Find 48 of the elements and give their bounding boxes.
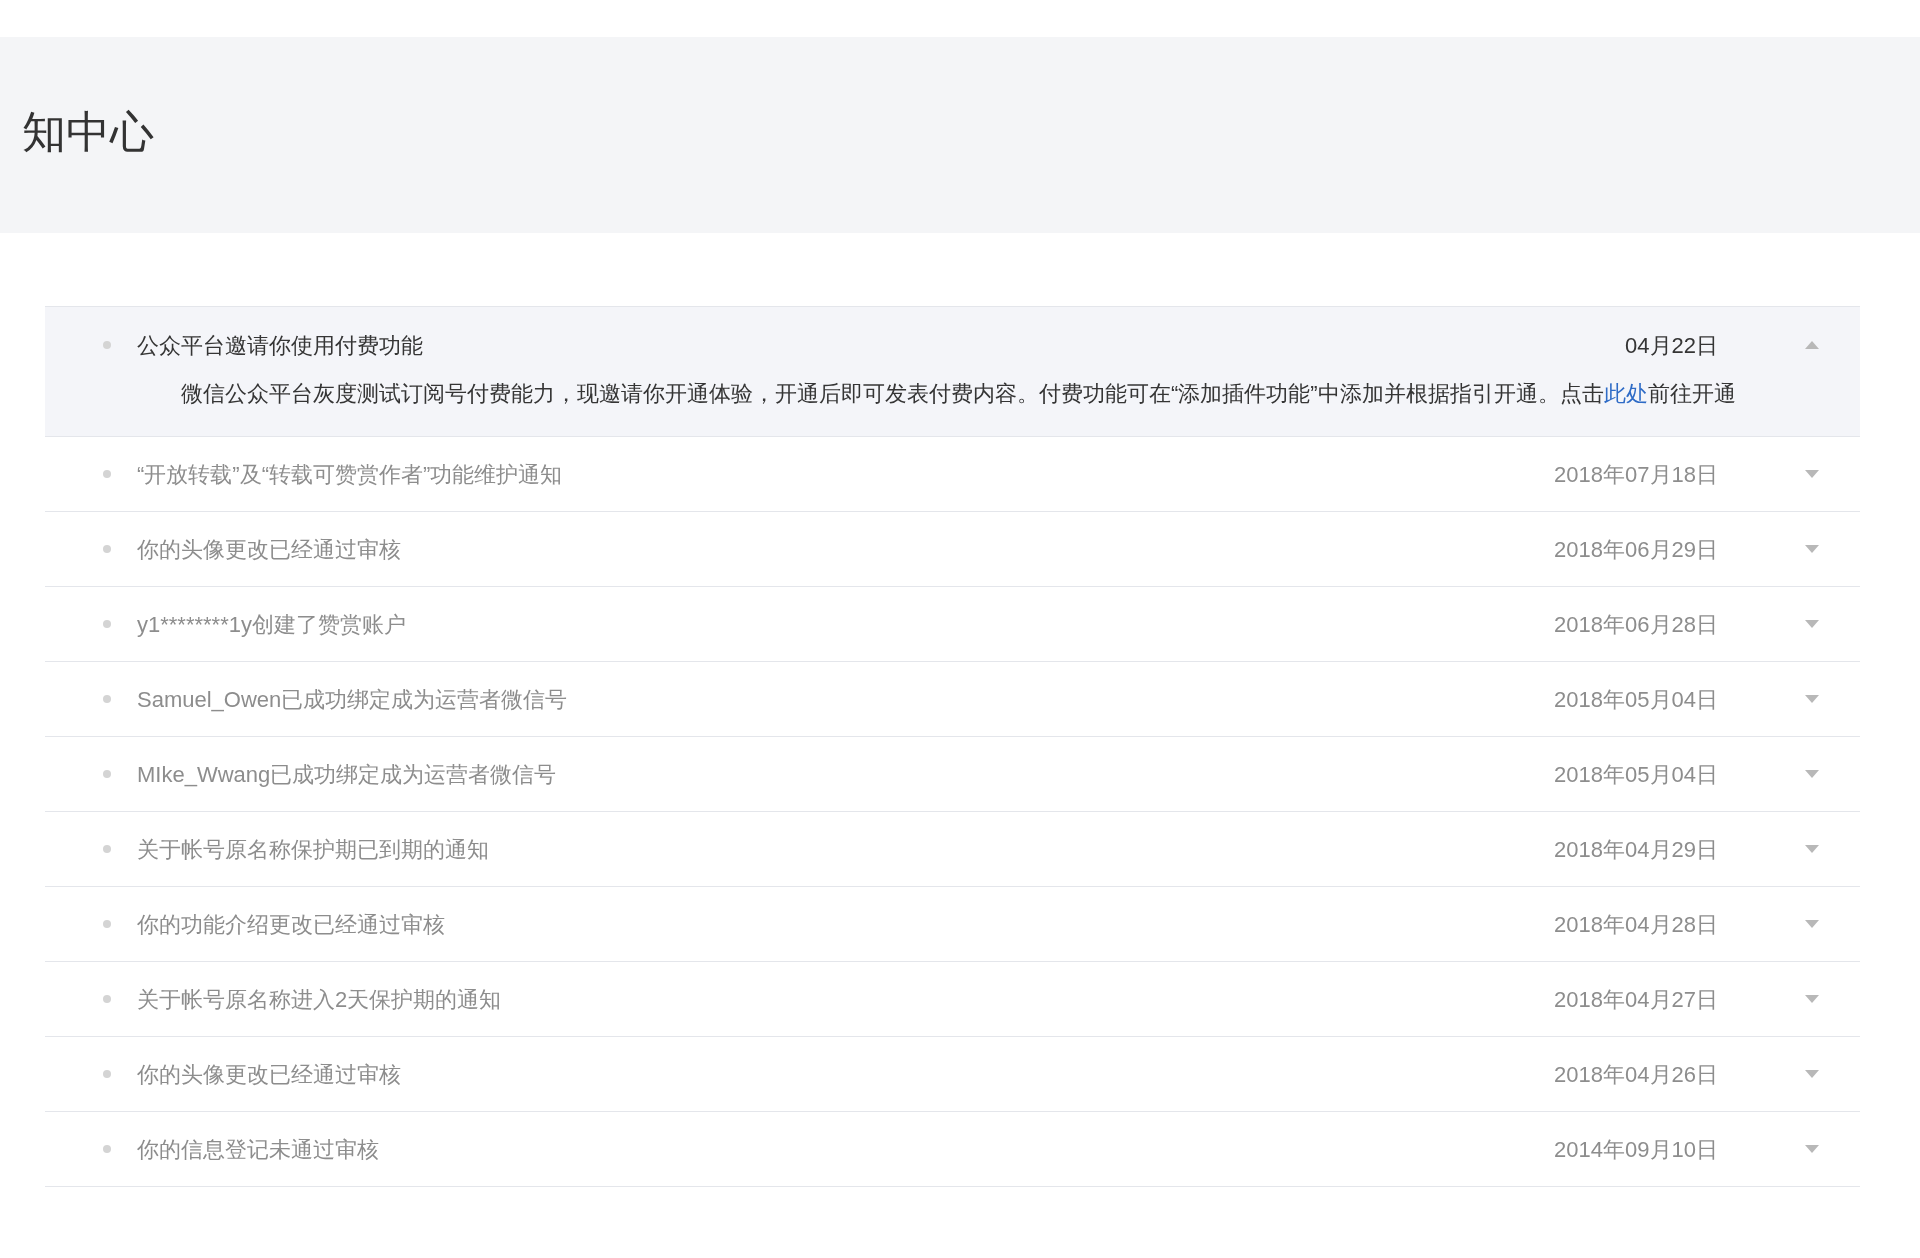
notification-title: 关于帐号原名称保护期已到期的通知 [137,835,489,864]
expand-caret-icon[interactable] [1805,620,1819,628]
notification-date: 2018年04月29日 [1554,835,1718,864]
notification-date: 2018年04月28日 [1554,910,1718,939]
notification-title: y1********1y创建了赞赏账户 [137,610,406,639]
bullet-icon [103,845,111,853]
bullet-icon [103,770,111,778]
notification-date: 2018年06月29日 [1554,535,1718,564]
expand-caret-icon[interactable] [1805,995,1819,1003]
notification-title: 关于帐号原名称进入2天保护期的通知 [137,985,502,1014]
notification-title: 你的头像更改已经通过审核 [137,535,401,564]
notification-row[interactable]: 公众平台邀请你使用付费功能 04月22日 微信公众平台灰度测试订阅号付费能力，现邀请你开通体验，开通后即可发表付费内容。付费功能可在“添加插件功能”中添加并根据指引开通。点击此处前往开通 [45,307,1860,437]
expand-caret-icon[interactable] [1805,695,1819,703]
notification-body: 微信公众平台灰度测试订阅号付费能力，现邀请你开通体验，开通后即可发表付费内容。付费功能可在“添加插件功能”中添加并根据指引开通。点击此处前往开通 [181,380,1737,408]
notification-title: “开放转载”及“转载可赞赏作者”功能维护通知 [137,460,563,489]
notification-date: 2014年09月10日 [1554,1135,1718,1164]
expand-caret-icon[interactable] [1805,1070,1819,1078]
expand-caret-icon[interactable] [1805,470,1819,478]
notification-date: 2018年06月28日 [1554,610,1718,639]
bullet-icon [103,620,111,628]
notification-title: Samuel_Owen已成功绑定成为运营者微信号 [137,685,568,714]
expand-caret-icon[interactable] [1805,545,1819,553]
notification-date: 04月22日 [1625,331,1718,360]
notification-title: 你的功能介绍更改已经通过审核 [137,910,445,939]
notification-date: 2018年04月26日 [1554,1060,1718,1089]
bullet-icon [103,470,111,478]
expand-caret-icon[interactable] [1805,920,1819,928]
notification-date: 2018年05月04日 [1554,685,1718,714]
bullet-icon [103,995,111,1003]
bullet-icon [103,695,111,703]
bullet-icon [103,341,111,349]
bullet-icon [103,1070,111,1078]
bullet-icon [103,545,111,553]
notification-date: 2018年07月18日 [1554,460,1718,489]
collapse-caret-icon[interactable] [1805,341,1819,349]
page-title: 知中心 [22,110,154,158]
notification-title: 你的信息登记未通过审核 [137,1135,379,1164]
expand-caret-icon[interactable] [1805,1145,1819,1153]
expand-caret-icon[interactable] [1805,845,1819,853]
notification-title: MIke_Wwang已成功绑定成为运营者微信号 [137,760,557,789]
expand-caret-icon[interactable] [1805,770,1819,778]
bullet-icon [103,1145,111,1153]
bullet-icon [103,920,111,928]
notification-date: 2018年05月04日 [1554,760,1718,789]
notification-date: 2018年04月27日 [1554,985,1718,1014]
here-link[interactable]: 此处 [1603,381,1648,406]
notification-title: 公众平台邀请你使用付费功能 [137,331,423,360]
notification-title: 你的头像更改已经通过审核 [137,1060,401,1089]
